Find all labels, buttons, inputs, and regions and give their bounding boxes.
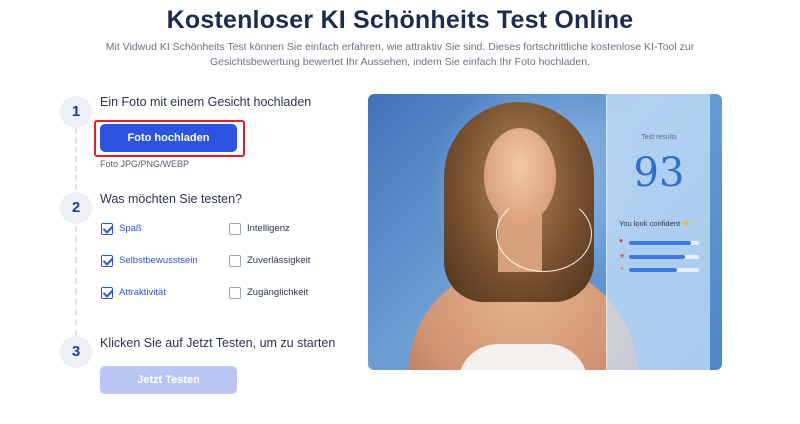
checkbox-unchecked-icon[interactable] <box>229 223 241 235</box>
checkbox-checked-icon[interactable] <box>101 287 113 299</box>
step-3-title: Klicken Sie auf Jetzt Testen, um zu star… <box>100 336 336 350</box>
result-bar: ✦ <box>619 266 701 274</box>
results-label: Test results <box>641 134 677 141</box>
upload-photo-button[interactable]: Foto hochladen <box>100 124 237 152</box>
bar-track <box>629 241 699 245</box>
option-selbstbewusstsein[interactable]: Selbstbewusstsein <box>101 255 198 269</box>
star-icon: ★ <box>682 218 691 228</box>
bar-fill <box>629 268 677 272</box>
step-2-title: Was möchten Sie testen? <box>100 192 242 206</box>
results-panel: Test results 93 You look confident ★ ♥ ★ ✦ <box>606 94 710 370</box>
heart-icon: ♥ <box>619 238 624 245</box>
step-2-number: 2 <box>60 192 92 224</box>
result-bar: ★ <box>619 253 701 261</box>
option-zuverlaessigkeit[interactable]: Zuverlässigkeit <box>229 255 310 269</box>
page-subtitle: Mit Vidwud KI Schönheits Test können Sie… <box>105 41 695 68</box>
badge-icon: ✦ <box>619 266 625 273</box>
star-small-icon: ★ <box>619 253 626 260</box>
result-bar: ♥ <box>619 238 701 247</box>
bar-track <box>629 255 699 259</box>
score-value: 93 <box>633 150 685 196</box>
checkbox-unchecked-icon[interactable] <box>229 255 241 267</box>
page-title: Kostenloser KI Schönheits Test Online <box>166 6 634 34</box>
face-scan-ring <box>496 196 592 272</box>
checkbox-unchecked-icon[interactable] <box>229 287 241 299</box>
step-3-number: 3 <box>60 336 92 368</box>
step-1-title: Ein Foto mit einem Gesicht hochladen <box>100 95 312 109</box>
step-1-number: 1 <box>60 96 92 128</box>
option-attraktivitaet[interactable]: Attraktivität <box>101 287 166 301</box>
bar-fill <box>629 241 691 245</box>
checkbox-checked-icon[interactable] <box>101 223 113 235</box>
checkbox-checked-icon[interactable] <box>101 255 113 267</box>
bar-track <box>629 268 699 272</box>
confidence-text: You look confident ★ <box>619 218 691 228</box>
step-connector <box>75 128 77 190</box>
supported-formats: Foto JPG/PNG/WEBP <box>100 159 190 169</box>
option-intelligenz[interactable]: Intelligenz <box>229 223 290 237</box>
option-spass[interactable]: Spaß <box>101 223 142 237</box>
preview-image: Test results 93 You look confident ★ ♥ ★ ✦ <box>368 94 722 370</box>
step-connector <box>75 226 77 336</box>
start-test-button[interactable]: Jetzt Testen <box>100 366 237 394</box>
option-zugaenglichkeit[interactable]: Zugänglichkeit <box>229 287 308 301</box>
bar-fill <box>629 255 685 259</box>
